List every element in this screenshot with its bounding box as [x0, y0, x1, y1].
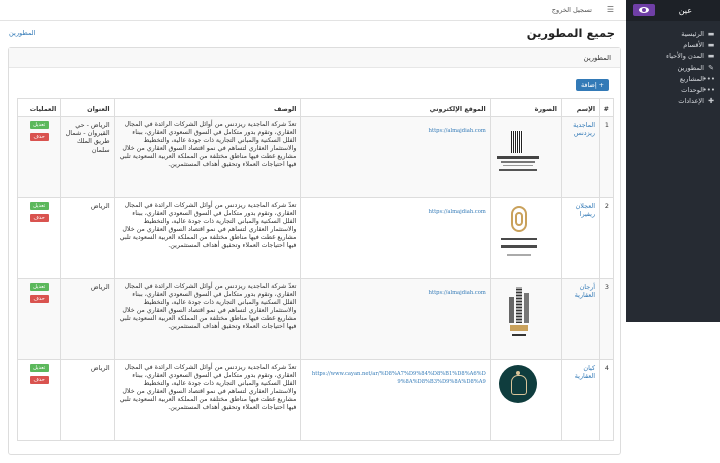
- address-text: الرياض: [60, 359, 115, 441]
- table-header-row: # الإسم الصورة الموقع الإلكتروني الوصف ا…: [16, 98, 614, 117]
- plus-icon: +: [596, 81, 604, 89]
- table-row: 3 أرجان العقارية https://almajdiah.com ت…: [16, 278, 614, 360]
- breadcrumb[interactable]: المطورين: [9, 29, 36, 37]
- table-row: 2 العجلان ريفيرا https://almajdiah.com ت…: [16, 197, 614, 279]
- website-link[interactable]: https://www.cayan.net/ar/%D8%A7%D9%84%D8…: [300, 359, 491, 441]
- card-title: المطورين: [583, 54, 611, 62]
- table-row: 4 كيان العقارية https://www.cayan.net/ar…: [16, 359, 614, 441]
- developer-name[interactable]: العجلان ريفيرا: [560, 197, 601, 279]
- description-text: تعدّ شركة الماجدية ريزدنس من أوائل الشرك…: [113, 278, 302, 360]
- sidebar-item-projects[interactable]: ••• المشاريع: [626, 74, 720, 85]
- folder-icon: ▬: [707, 52, 715, 61]
- actions-cell: تعديل حذف: [16, 197, 62, 279]
- column-header-number: #: [599, 98, 614, 117]
- sidebar-item-home[interactable]: ▬ الرئيسية: [626, 29, 720, 40]
- actions-cell: تعديل حذف: [16, 278, 62, 360]
- dots-icon: •••: [702, 85, 715, 94]
- logout-link[interactable]: تسجيل الخروج: [552, 6, 592, 14]
- pencil-icon: ✎: [708, 63, 714, 72]
- delete-button[interactable]: حذف: [29, 295, 49, 303]
- dots-icon: •••: [702, 74, 715, 83]
- sidebar-item-developers[interactable]: ✎ المطورين: [626, 63, 720, 74]
- row-number: 3: [599, 278, 614, 360]
- sidebar-item-units[interactable]: ••• الوحدات: [626, 85, 720, 96]
- arjan-logo-icon: [507, 287, 531, 343]
- card-header: المطورين: [9, 48, 620, 68]
- developer-name[interactable]: أرجان العقارية: [560, 278, 601, 360]
- sidebar-item-label: الإعدادات: [678, 97, 704, 106]
- sidebar-item-label: المدن والأحياء: [665, 52, 704, 61]
- developer-name[interactable]: كيان العقارية: [560, 359, 601, 441]
- column-header-actions: العمليات: [16, 98, 62, 117]
- alajlan-riviera-logo-icon: [500, 206, 537, 268]
- sidebar-item-label: الرئيسية: [681, 30, 704, 38]
- row-number: 4: [599, 359, 614, 441]
- sidebar-item-label: المطورين: [677, 63, 704, 72]
- almajdiah-logo-icon: [496, 131, 539, 177]
- table-row: 1 الماجدية ريزدنس https://almajdiah.com …: [16, 116, 614, 198]
- developers-card: المطورين + إضافة # الإسم الصورة الموقع ا…: [8, 47, 621, 455]
- delete-button[interactable]: حذف: [29, 133, 49, 141]
- edit-button[interactable]: تعديل: [29, 283, 49, 291]
- edit-button[interactable]: تعديل: [29, 364, 49, 372]
- developer-logo: [489, 278, 562, 360]
- developer-logo: [489, 359, 562, 441]
- address-text: الرياض - حي القيروان - شمال طريق الملك س…: [60, 116, 115, 198]
- edit-button[interactable]: تعديل: [29, 202, 49, 210]
- page-title: جميع المطورين: [526, 26, 615, 40]
- add-button-label: إضافة: [580, 81, 597, 89]
- sidebar-item-label: الوحدات: [681, 85, 704, 94]
- top-bar: تسجيل الخروج ☰: [0, 0, 626, 21]
- address-text: الرياض: [60, 197, 115, 279]
- sidebar-item-label: المشاريع: [679, 74, 704, 83]
- website-link[interactable]: https://almajdiah.com: [300, 197, 491, 279]
- row-number: 1: [599, 116, 614, 198]
- column-header-image: الصورة: [489, 98, 562, 117]
- developers-table: # الإسم الصورة الموقع الإلكتروني الوصف ا…: [16, 98, 614, 441]
- edit-button[interactable]: تعديل: [29, 121, 49, 129]
- column-header-address: العنوان: [60, 98, 115, 117]
- website-link[interactable]: https://almajdiah.com: [300, 116, 491, 198]
- column-header-description: الوصف: [113, 98, 302, 117]
- developer-name[interactable]: الماجدية ريزدنس: [560, 116, 601, 198]
- developer-logo: [489, 197, 562, 279]
- wrench-icon: ✚: [708, 97, 714, 106]
- website-link[interactable]: https://almajdiah.com: [300, 278, 491, 360]
- folder-icon: ▬: [707, 41, 715, 50]
- hamburger-icon[interactable]: ☰: [607, 5, 614, 14]
- column-header-website: الموقع الإلكتروني: [300, 98, 491, 117]
- app-title: عين: [678, 6, 692, 15]
- description-text: تعدّ شركة الماجدية ريزدنس من أوائل الشرك…: [113, 116, 302, 198]
- sidebar-item-settings[interactable]: ✚ الإعدادات: [626, 96, 720, 107]
- sidebar-item-label: الأقسام: [683, 41, 704, 50]
- cayan-logo-icon: [498, 365, 537, 403]
- description-text: تعدّ شركة الماجدية ريزدنس من أوائل الشرك…: [113, 359, 302, 441]
- sidebar: عين ▬ الرئيسية ▬ الأقسام ▬ المدن والأحياء ✎…: [626, 0, 720, 322]
- actions-cell: تعديل حذف: [16, 116, 62, 198]
- delete-button[interactable]: حذف: [29, 214, 49, 222]
- description-text: تعدّ شركة الماجدية ريزدنس من أوائل الشرك…: [113, 197, 302, 279]
- sidebar-item-categories[interactable]: ▬ الأقسام: [626, 40, 720, 51]
- sidebar-header: عين: [626, 0, 720, 21]
- add-button[interactable]: + إضافة: [575, 79, 609, 91]
- eye-logo-icon[interactable]: [633, 4, 655, 16]
- column-header-name: الإسم: [560, 98, 601, 117]
- developer-logo: [489, 116, 562, 198]
- delete-button[interactable]: حذف: [29, 376, 49, 384]
- row-number: 2: [599, 197, 614, 279]
- actions-cell: تعديل حذف: [16, 359, 62, 441]
- address-text: الرياض: [60, 278, 115, 360]
- folder-icon: ▬: [707, 30, 715, 38]
- sidebar-item-cities[interactable]: ▬ المدن والأحياء: [626, 51, 720, 62]
